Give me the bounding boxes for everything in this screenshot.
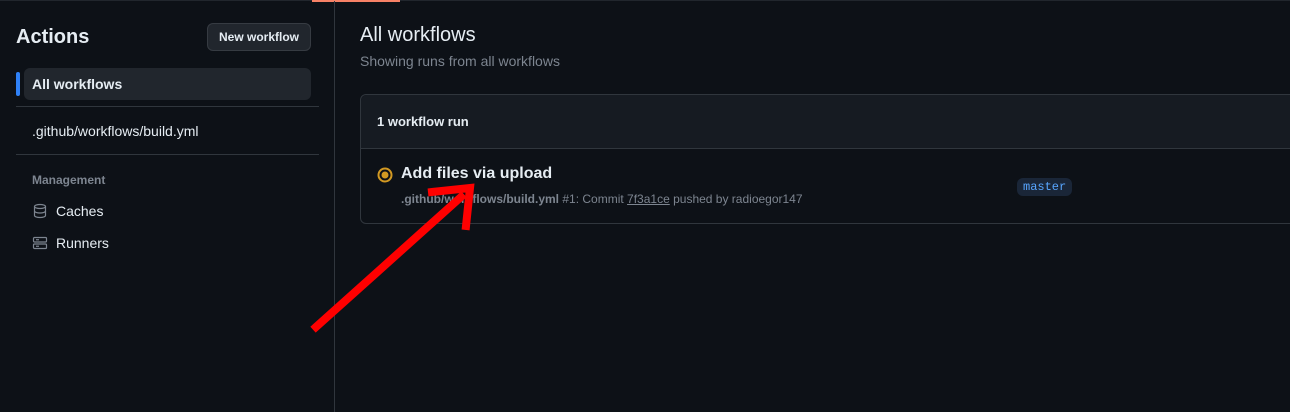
- in-progress-icon: [377, 167, 393, 183]
- run-workflow-file[interactable]: .github/workflows/build.yml: [401, 192, 559, 206]
- run-pushed-by: pushed by radioegor147: [673, 192, 803, 206]
- runs-count-header: 1 workflow run: [361, 95, 1290, 149]
- sidebar-divider: [16, 106, 319, 107]
- run-title-link[interactable]: Add files via upload: [401, 165, 552, 183]
- branch-badge[interactable]: master: [1017, 178, 1073, 196]
- sidebar: Actions New workflow All workflows .gith…: [0, 1, 335, 412]
- sidebar-title: Actions: [16, 26, 90, 48]
- sidebar-item-caches[interactable]: Caches: [24, 195, 311, 227]
- management-heading: Management: [32, 173, 106, 187]
- workflow-run-row[interactable]: Add files via upload .github/workflows/b…: [361, 150, 1290, 225]
- run-meta: .github/workflows/build.yml #1: Commit 7…: [401, 192, 803, 206]
- page-title: All workflows: [360, 24, 476, 46]
- run-number: #1: Commit: [562, 192, 624, 206]
- commit-link[interactable]: 7f3a1ce: [627, 192, 670, 206]
- sidebar-divider: [16, 154, 319, 155]
- caches-label: Caches: [56, 203, 104, 219]
- server-icon: [32, 236, 48, 250]
- workflow-runs-list: 1 workflow run Add files via upload .git…: [360, 94, 1290, 224]
- page-subtitle: Showing runs from all workflows: [360, 53, 560, 69]
- app-root: Actions New workflow All workflows .gith…: [0, 0, 1290, 412]
- sidebar-item-runners[interactable]: Runners: [24, 227, 311, 259]
- runners-label: Runners: [56, 235, 109, 251]
- sidebar-item-all-workflows[interactable]: All workflows: [24, 68, 311, 100]
- sidebar-item-build-workflow[interactable]: .github/workflows/build.yml: [24, 115, 311, 147]
- new-workflow-button[interactable]: New workflow: [207, 23, 311, 51]
- database-icon: [33, 203, 47, 219]
- active-marker: [16, 72, 20, 96]
